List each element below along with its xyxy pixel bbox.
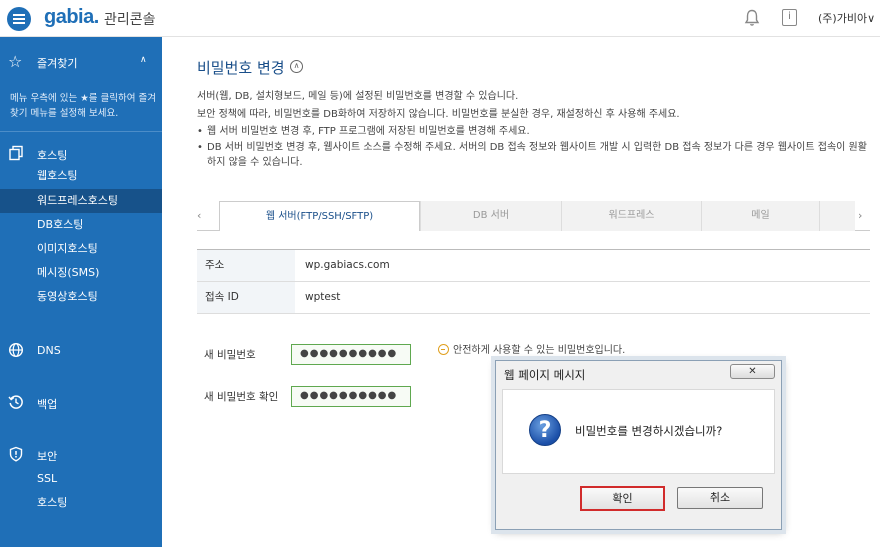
sidebar-item-db-hosting[interactable]: DB호스팅: [0, 213, 162, 237]
info-key: 접속 ID: [197, 282, 295, 313]
hosting-label: 호스팅: [37, 149, 68, 162]
user-menu[interactable]: (주)가비아∨: [818, 10, 875, 26]
bullet-dot: •: [197, 142, 203, 153]
divider: [0, 131, 162, 132]
sidebar-item-web-hosting[interactable]: 웹호스팅: [0, 164, 162, 188]
chevron-up-icon[interactable]: ∧: [140, 55, 147, 65]
sidebar-item-wordpress-hosting[interactable]: 워드프레스호스팅: [0, 189, 162, 213]
bullet-dot: •: [197, 126, 203, 137]
close-icon: ✕: [748, 366, 757, 377]
account-info-table: 주소 wp.gabiacs.com 접속 ID wptest: [197, 249, 870, 314]
favorites-description: 메뉴 우측에 있는 ★를 클릭하여 즐겨찾기 메뉴를 설정해 보세요.: [10, 93, 156, 119]
sidebar: ☆ 즐겨찾기 ∧ 메뉴 우측에 있는 ★를 클릭하여 즐겨찾기 메뉴를 설정해 …: [0, 37, 162, 547]
tab-mail[interactable]: 메일: [701, 201, 819, 231]
sidebar-item-image-hosting[interactable]: 이미지호스팅: [0, 237, 162, 261]
menu-icon[interactable]: [7, 7, 31, 31]
bell-icon[interactable]: [744, 9, 760, 27]
confirm-dialog: 웹 페이지 메시지 ✕ ? 비밀번호를 변경하시겠습니까? 확인 취소: [495, 360, 782, 530]
new-password-input[interactable]: ●●●●●●●●●●: [291, 344, 411, 365]
dialog-title: 웹 페이지 메시지: [504, 368, 586, 382]
info-value: wp.gabiacs.com: [305, 259, 390, 271]
sidebar-item-video-hosting[interactable]: 동영상호스팅: [0, 285, 162, 309]
favorites-label: 즐겨찾기: [37, 57, 78, 70]
close-button[interactable]: ✕: [730, 364, 775, 379]
sidebar-item-ssl[interactable]: SSL: [0, 467, 162, 491]
shield-icon: [9, 446, 23, 462]
tab-overflow: [819, 201, 855, 231]
notice-bullet: • 웹 서버 비밀번호 변경 후, FTP 프로그램에 저장된 비밀번호를 변경해…: [197, 126, 530, 137]
backup-icon: [8, 395, 23, 409]
intro-text-2: 보안 정책에 따라, 비밀번호를 DB화하여 저장하지 않습니다. 비밀번호를 …: [197, 109, 680, 120]
info-key: 주소: [197, 250, 295, 281]
dns-label: DNS: [37, 344, 61, 357]
copy-icon: [9, 145, 23, 161]
confirm-password-label: 새 비밀번호 확인: [204, 391, 279, 403]
notice-icon[interactable]: i: [782, 9, 797, 26]
chevron-left-icon[interactable]: ‹: [197, 209, 201, 222]
star-icon: ☆: [8, 52, 23, 71]
backup-label: 백업: [37, 398, 58, 411]
dialog-message: 비밀번호를 변경하시겠습니까?: [575, 424, 723, 438]
tab-web-server[interactable]: 웹 서버(FTP/SSH/SFTP): [219, 201, 420, 231]
app-title: 관리콘솔: [104, 12, 156, 28]
sidebar-favorites[interactable]: ☆ 즐겨찾기 ∧: [0, 52, 162, 72]
confirm-password-input[interactable]: ●●●●●●●●●●: [291, 386, 411, 407]
sidebar-item-messaging[interactable]: 메시징(SMS): [0, 261, 162, 285]
dialog-body: ? 비밀번호를 변경하시겠습니까?: [502, 389, 775, 474]
new-password-label: 새 비밀번호: [204, 349, 256, 361]
chevron-down-icon: ∨: [867, 12, 876, 25]
security-label: 보안: [37, 450, 58, 463]
table-row: 주소 wp.gabiacs.com: [197, 250, 870, 282]
globe-icon: [8, 342, 24, 358]
tab-wordpress[interactable]: 워드프레스: [561, 201, 701, 231]
intro-text-1: 서버(웹, DB, 설치형보드, 메일 등)에 설정된 비밀번호를 변경할 수 …: [197, 91, 519, 102]
page-title: 비밀번호 변경: [197, 59, 285, 77]
chevron-up-circle-icon[interactable]: ∧: [290, 60, 303, 73]
server-tabs: ‹ 웹 서버(FTP/SSH/SFTP) DB 서버 워드프레스 메일 ›: [197, 201, 870, 231]
tab-db-server[interactable]: DB 서버: [420, 201, 561, 231]
status-icon: [438, 344, 449, 355]
info-value: wptest: [305, 291, 341, 303]
question-icon: ?: [529, 414, 561, 446]
table-row: 접속 ID wptest: [197, 282, 870, 314]
sidebar-item-security-hosting[interactable]: 호스팅: [0, 491, 162, 515]
top-bar: gabia. 관리콘솔 i (주)가비아∨: [0, 0, 880, 37]
cancel-button[interactable]: 취소: [677, 487, 763, 509]
gabia-logo[interactable]: gabia.: [44, 6, 99, 29]
password-status: 안전하게 사용할 수 있는 비밀번호입니다.: [438, 341, 625, 356]
ok-button[interactable]: 확인: [580, 486, 665, 511]
chevron-right-icon[interactable]: ›: [858, 209, 862, 222]
notice-bullet: • DB 서버 비밀번호 변경 후, 웹사이트 소스를 수정해 주세요. 서버의 …: [197, 142, 867, 168]
